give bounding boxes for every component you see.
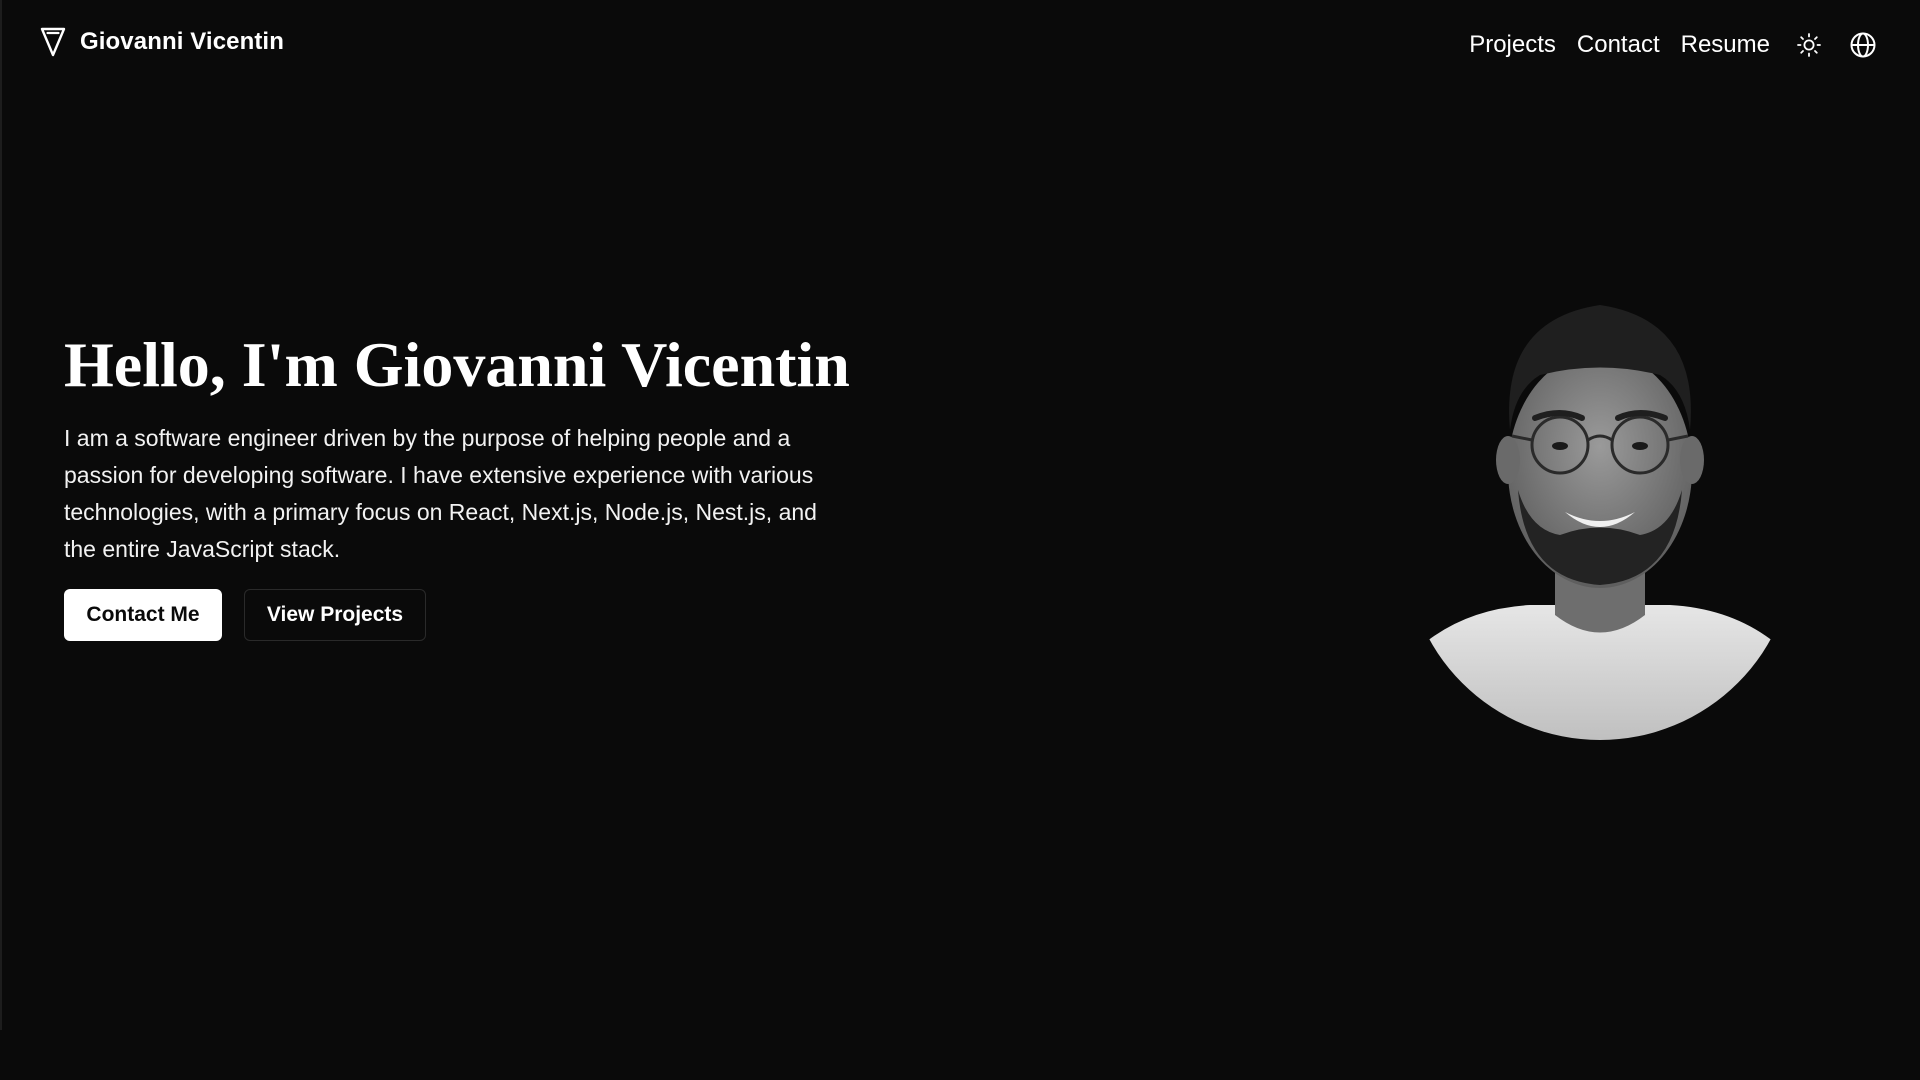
- page: Giovanni Vicentin Projects Contact Resum…: [0, 0, 1920, 1080]
- sun-icon: [1797, 33, 1821, 57]
- contact-me-button[interactable]: Contact Me: [64, 589, 222, 641]
- brand-link[interactable]: Giovanni Vicentin: [40, 26, 284, 58]
- globe-icon: [1850, 32, 1876, 58]
- window-edge: [0, 0, 2, 1030]
- view-projects-button[interactable]: View Projects: [244, 589, 426, 641]
- language-button[interactable]: [1848, 30, 1878, 60]
- hero-title: Hello, I'm Giovanni Vicentin: [64, 329, 850, 400]
- profile-photo: [1400, 280, 1800, 750]
- site-header: Giovanni Vicentin Projects Contact Resum…: [0, 0, 1920, 90]
- hero-actions: Contact Me View Projects: [64, 589, 884, 641]
- nav-link-contact[interactable]: Contact: [1577, 31, 1660, 59]
- nav-link-resume[interactable]: Resume: [1681, 31, 1770, 59]
- nav-link-projects[interactable]: Projects: [1469, 31, 1556, 59]
- hero-description: I am a software engineer driven by the p…: [64, 425, 817, 562]
- logo-icon: [40, 26, 66, 58]
- hero-section: Hello, I'm Giovanni Vicentin I am a soft…: [64, 325, 884, 641]
- main-nav: Projects Contact Resume: [1469, 26, 1878, 64]
- theme-toggle-button[interactable]: [1794, 30, 1824, 60]
- brand-name: Giovanni Vicentin: [80, 28, 284, 55]
